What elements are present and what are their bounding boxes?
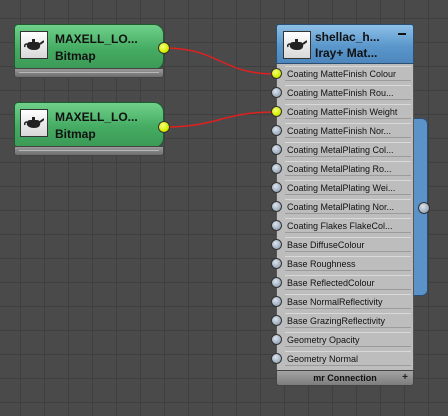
slot-label: Base NormalReflectivity <box>285 294 411 309</box>
material-node[interactable]: shellac_h... Iray+ Mat... Coating MatteF… <box>271 24 414 386</box>
slot-input-port[interactable] <box>271 182 282 193</box>
slot-label: Coating MetalPlating Col... <box>285 142 411 157</box>
material-slot[interactable]: Coating MetalPlating Nor... <box>271 197 413 216</box>
slot-input-port[interactable] <box>271 201 282 212</box>
bitmap-output-port-1[interactable] <box>158 42 170 54</box>
bitmap-node-type: Bitmap <box>55 127 96 141</box>
material-slot[interactable]: Coating MetalPlating Wei... <box>271 178 413 197</box>
material-output-port[interactable] <box>418 202 430 214</box>
mr-connection-footer[interactable]: mr Connection + <box>276 370 414 386</box>
slot-label: Base ReflectedColour <box>285 275 411 290</box>
material-slot[interactable]: Coating Flakes FlakeCol... <box>271 216 413 235</box>
material-slot[interactable]: Geometry Opacity <box>271 330 413 349</box>
material-slot[interactable]: Geometry Normal <box>271 349 413 368</box>
slot-input-port[interactable] <box>271 277 282 288</box>
material-node-header[interactable]: shellac_h... Iray+ Mat... <box>276 24 414 64</box>
material-node-type: Iray+ Mat... <box>315 46 378 60</box>
material-slot[interactable]: Base ReflectedColour <box>271 273 413 292</box>
slot-label: Coating MatteFinish Nor... <box>285 123 411 138</box>
material-slot[interactable]: Coating MatteFinish Nor... <box>271 121 413 140</box>
slot-input-port[interactable] <box>271 125 282 136</box>
slot-label: Coating Flakes FlakeCol... <box>285 218 411 233</box>
collapse-button[interactable] <box>398 33 406 35</box>
bitmap-output-port-2[interactable] <box>158 121 170 133</box>
bitmap-node-body[interactable]: MAXELL_LO... Bitmap <box>14 24 164 70</box>
slot-label: Coating MatteFinish Colour <box>285 66 411 81</box>
material-slot[interactable]: Coating MetalPlating Col... <box>271 140 413 159</box>
slot-label: Geometry Opacity <box>285 332 411 347</box>
slot-label: Coating MetalPlating Ro... <box>285 161 411 176</box>
material-slot[interactable]: Base GrazingReflectivity <box>271 311 413 330</box>
teapot-icon <box>20 109 48 137</box>
slot-label: Coating MetalPlating Wei... <box>285 180 411 195</box>
slot-label: Base DiffuseColour <box>285 237 411 252</box>
material-input-slots: Coating MatteFinish Colour Coating MatteF… <box>271 64 414 370</box>
slot-input-port[interactable] <box>271 163 282 174</box>
material-slot[interactable]: Coating MatteFinish Colour <box>271 64 413 83</box>
material-slot[interactable]: Base DiffuseColour <box>271 235 413 254</box>
slot-label: Coating MatteFinish Rou... <box>285 85 411 100</box>
slot-label: Coating MetalPlating Nor... <box>285 199 411 214</box>
slot-label: Base GrazingReflectivity <box>285 313 411 328</box>
bitmap-node-footer <box>14 68 164 78</box>
slot-input-port[interactable] <box>271 239 282 250</box>
connection-wire[interactable] <box>163 111 277 128</box>
slot-input-port[interactable] <box>271 258 282 269</box>
slot-input-port[interactable] <box>271 220 282 231</box>
bitmap-node-2[interactable]: MAXELL_LO... Bitmap <box>14 102 164 158</box>
slot-input-port[interactable] <box>271 334 282 345</box>
slot-label: Coating MatteFinish Weight <box>285 104 411 119</box>
mr-connection-label: mr Connection <box>313 373 377 383</box>
material-slot[interactable]: Base NormalReflectivity <box>271 292 413 311</box>
bitmap-node-footer <box>14 146 164 156</box>
material-slot[interactable]: Coating MetalPlating Ro... <box>271 159 413 178</box>
slot-label: Geometry Normal <box>285 351 411 366</box>
slot-input-port[interactable] <box>271 106 282 117</box>
material-slot[interactable]: Coating MatteFinish Rou... <box>271 83 413 102</box>
material-slot[interactable]: Base Roughness <box>271 254 413 273</box>
slot-input-port[interactable] <box>271 353 282 364</box>
slot-input-port[interactable] <box>271 144 282 155</box>
bitmap-node-1[interactable]: MAXELL_LO... Bitmap <box>14 24 164 80</box>
slot-label: Base Roughness <box>285 256 411 271</box>
connection-wire[interactable] <box>163 47 277 75</box>
teapot-icon <box>20 31 48 59</box>
bitmap-node-body[interactable]: MAXELL_LO... Bitmap <box>14 102 164 148</box>
bitmap-node-title: MAXELL_LO... <box>55 32 138 46</box>
teapot-icon <box>283 31 311 59</box>
material-slot[interactable]: Coating MatteFinish Weight <box>271 102 413 121</box>
bitmap-node-title: MAXELL_LO... <box>55 110 138 124</box>
material-node-title: shellac_h... <box>315 30 380 44</box>
slot-input-port[interactable] <box>271 296 282 307</box>
slot-input-port[interactable] <box>271 315 282 326</box>
bitmap-node-type: Bitmap <box>55 49 96 63</box>
expand-plus-icon[interactable]: + <box>402 371 408 385</box>
slot-input-port[interactable] <box>271 68 282 79</box>
slot-input-port[interactable] <box>271 87 282 98</box>
